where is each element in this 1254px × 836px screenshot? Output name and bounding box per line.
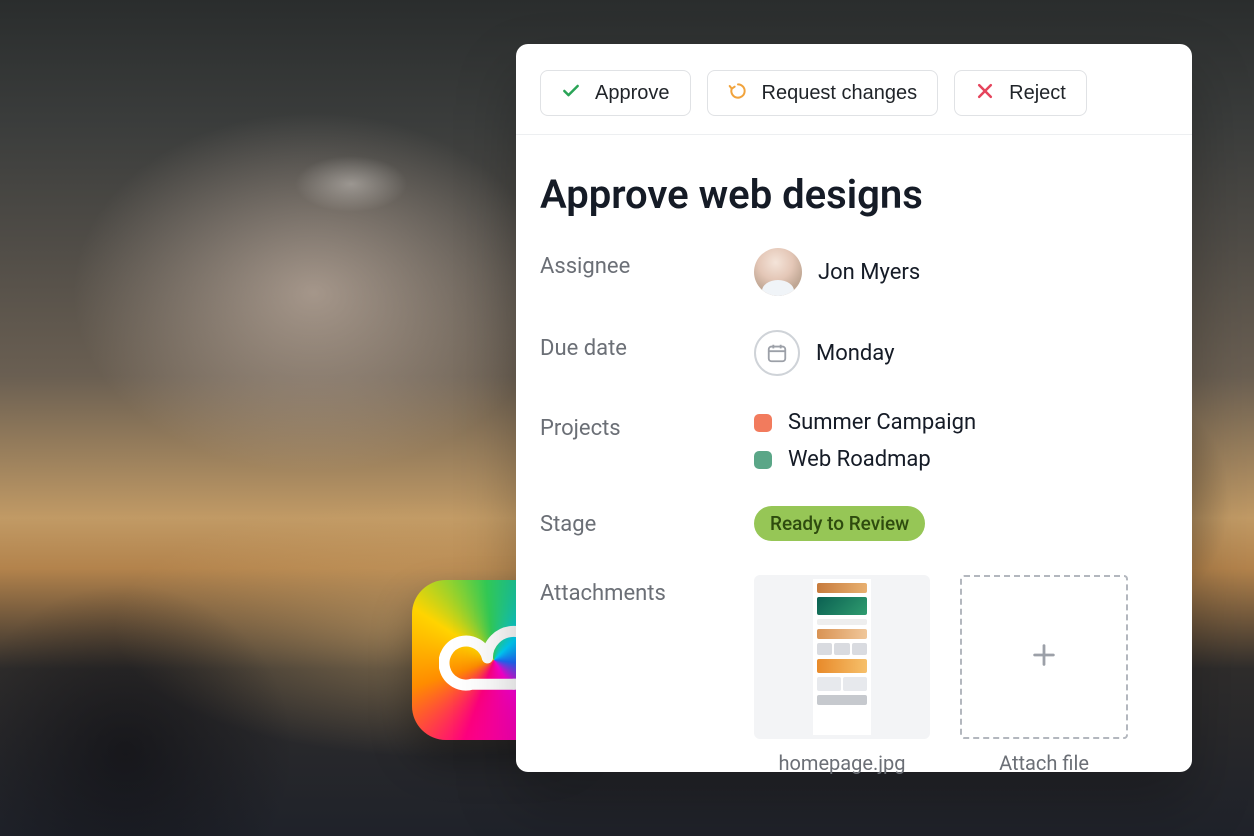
- task-title: Approve web designs: [516, 135, 1192, 248]
- project-color-chip: [754, 414, 772, 432]
- attachments-label: Attachments: [540, 575, 754, 775]
- plus-icon: [1030, 641, 1058, 673]
- avatar: [754, 248, 802, 296]
- project-item[interactable]: Web Roadmap: [754, 447, 1168, 472]
- attachments-area: homepage.jpg Attach file: [754, 575, 1168, 775]
- status-badge: Ready to Review: [754, 506, 925, 541]
- stage-label: Stage: [540, 506, 754, 541]
- assignee-label: Assignee: [540, 248, 754, 296]
- projects-list: Summer Campaign Web Roadmap: [754, 410, 1168, 472]
- project-name: Summer Campaign: [788, 410, 976, 435]
- approve-button[interactable]: Approve: [540, 70, 691, 116]
- reject-button[interactable]: Reject: [954, 70, 1087, 116]
- attachment-item[interactable]: homepage.jpg: [754, 575, 930, 775]
- stage-value[interactable]: Ready to Review: [754, 506, 1168, 541]
- assignee-value[interactable]: Jon Myers: [754, 248, 1168, 296]
- project-name: Web Roadmap: [788, 447, 931, 472]
- check-icon: [561, 81, 581, 105]
- request-changes-button[interactable]: Request changes: [707, 70, 939, 116]
- attach-file-label: Attach file: [960, 751, 1128, 775]
- calendar-icon: [754, 330, 800, 376]
- attachment-thumbnail: [754, 575, 930, 739]
- attach-dropzone: [960, 575, 1128, 739]
- assignee-name: Jon Myers: [818, 260, 920, 285]
- due-date-label: Due date: [540, 330, 754, 376]
- action-toolbar: Approve Request changes Reject: [516, 44, 1192, 135]
- task-detail-card: Approve Request changes Reject Approve w…: [516, 44, 1192, 772]
- project-item[interactable]: Summer Campaign: [754, 410, 1168, 435]
- due-date-text: Monday: [816, 341, 895, 366]
- approve-label: Approve: [595, 83, 670, 103]
- project-color-chip: [754, 451, 772, 469]
- close-icon: [975, 81, 995, 105]
- attach-file-button[interactable]: Attach file: [960, 575, 1128, 775]
- reject-label: Reject: [1009, 83, 1066, 103]
- loop-icon: [728, 81, 748, 105]
- attachment-filename: homepage.jpg: [754, 751, 930, 775]
- request-changes-label: Request changes: [762, 83, 918, 103]
- projects-label: Projects: [540, 410, 754, 472]
- due-date-value[interactable]: Monday: [754, 330, 1168, 376]
